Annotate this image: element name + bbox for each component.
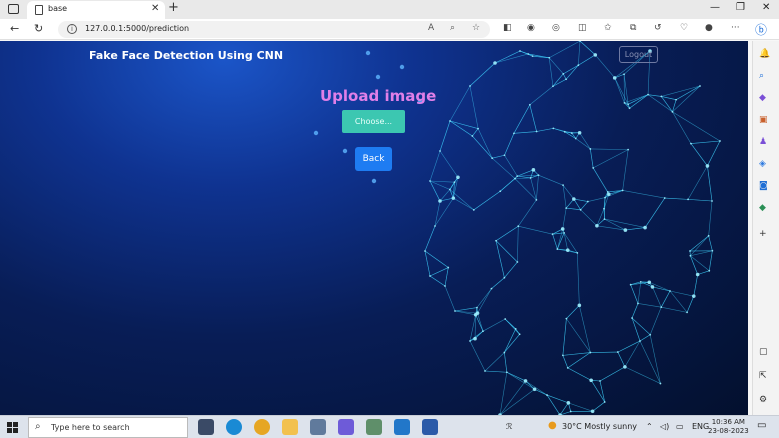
volume-icon[interactable]: ◁) [660, 422, 669, 431]
profile-avatar-icon[interactable]: ● [705, 23, 713, 33]
clock-time: 10:36 AM [711, 418, 745, 426]
app-icon[interactable] [338, 419, 354, 435]
page-icon [35, 5, 43, 15]
close-window-button[interactable]: ✕ [762, 2, 770, 13]
site-info-icon[interactable]: i [67, 24, 77, 34]
edge-sidebar: 🔔 ⌕ ◆ ▣ ♟ ◈ ◙ ◆ + ▢ ⇱ ⚙ [752, 41, 779, 415]
search-icon: ⌕ [35, 421, 41, 432]
favorite-star-icon[interactable]: ☆ [472, 23, 480, 33]
copilot-icon[interactable]: ⓑ [755, 21, 767, 38]
navigation-bar: ← ↻ i 127.0.0.1:5000/prediction A ⌕ ☆ ◧ … [0, 19, 779, 40]
clock[interactable]: 10:36 AM 23-08-2023 [708, 418, 749, 436]
url-text[interactable]: 127.0.0.1:5000/prediction [85, 24, 189, 33]
app-icon[interactable] [366, 419, 382, 435]
notification-icon[interactable]: ▭ [757, 420, 766, 431]
performance-icon[interactable]: ♡ [680, 23, 688, 33]
read-aloud-icon[interactable]: A [428, 23, 434, 33]
history-icon[interactable]: ↺ [654, 23, 662, 33]
add-icon[interactable]: + [759, 229, 767, 239]
browser-window: base ✕ + — ❐ ✕ ← ↻ i 127.0.0.1:5000/pred… [0, 0, 779, 415]
navbar-brand[interactable]: Fake Face Detection Using CNN [89, 49, 283, 62]
upload-title: Upload image [320, 87, 437, 105]
sidebar-layout-icon[interactable]: ▢ [759, 347, 768, 357]
vscode-icon[interactable] [394, 419, 410, 435]
split-screen-icon[interactable]: ◫ [578, 23, 587, 33]
taskbar-search-input[interactable]: ⌕ Type here to search [28, 417, 188, 438]
minimize-button[interactable]: — [710, 2, 720, 13]
search-icon[interactable]: ⌕ [759, 71, 764, 81]
language-indicator[interactable]: ENG [692, 422, 709, 431]
m365-icon[interactable]: ◈ [759, 159, 766, 169]
extension-icon[interactable]: ◉ [527, 23, 535, 33]
tab-title: base [48, 4, 68, 13]
workspaces-icon[interactable] [8, 4, 19, 14]
file-explorer-icon[interactable] [282, 419, 298, 435]
edge-icon[interactable] [226, 419, 242, 435]
settings-gear-icon[interactable]: ⚙ [759, 395, 767, 405]
logout-button[interactable]: Logout [619, 46, 658, 63]
tab-base[interactable]: base ✕ [27, 1, 165, 19]
back-arrow-icon[interactable]: ← [10, 22, 19, 35]
more-menu-icon[interactable]: ··· [731, 23, 740, 33]
back-button[interactable]: Back [355, 147, 392, 171]
windows-start-icon[interactable] [7, 422, 18, 433]
weather-text[interactable]: 30°C Mostly sunny [562, 422, 637, 431]
address-bar[interactable]: i 127.0.0.1:5000/prediction A ⌕ ☆ [58, 21, 490, 38]
people-icon[interactable]: ℛ [506, 422, 512, 431]
bell-icon[interactable]: 🔔 [759, 49, 770, 59]
choose-file-button[interactable]: Choose... [342, 110, 405, 133]
new-tab-button[interactable]: + [168, 0, 179, 15]
tools-icon[interactable]: ▣ [759, 115, 768, 125]
page-viewport: Fake Face Detection Using CNN Logout Upl… [0, 41, 748, 415]
drop-icon[interactable]: ◆ [759, 203, 766, 213]
refresh-icon[interactable]: ↻ [34, 22, 43, 35]
clock-date: 23-08-2023 [708, 427, 749, 435]
outlook-icon[interactable]: ◙ [759, 181, 768, 191]
maximize-button[interactable]: ❐ [736, 2, 745, 13]
collections-icon[interactable]: ⧉ [630, 23, 636, 33]
chevron-up-icon[interactable]: ⌃ [646, 422, 653, 431]
app-icon[interactable] [310, 419, 326, 435]
zoom-icon[interactable]: ⌕ [450, 23, 455, 33]
extension-icon[interactable]: ◎ [552, 23, 560, 33]
tab-close-icon[interactable]: ✕ [151, 3, 159, 14]
chrome-icon[interactable] [254, 419, 270, 435]
word-icon[interactable] [422, 419, 438, 435]
games-icon[interactable]: ♟ [759, 137, 767, 147]
network-icon[interactable]: ▭ [676, 422, 684, 431]
shopping-icon[interactable]: ◆ [759, 93, 766, 103]
search-placeholder: Type here to search [51, 423, 130, 432]
tab-strip: base ✕ + — ❐ ✕ [0, 0, 779, 19]
extension-icon[interactable]: ◧ [503, 23, 512, 33]
favorites-icon[interactable]: ✩ [604, 23, 612, 33]
windows-taskbar: ⌕ Type here to search ℛ ● 30°C Mostly su… [0, 415, 779, 438]
weather-icon[interactable]: ● [548, 420, 557, 431]
task-view-icon[interactable] [198, 419, 214, 435]
external-link-icon[interactable]: ⇱ [759, 371, 767, 381]
